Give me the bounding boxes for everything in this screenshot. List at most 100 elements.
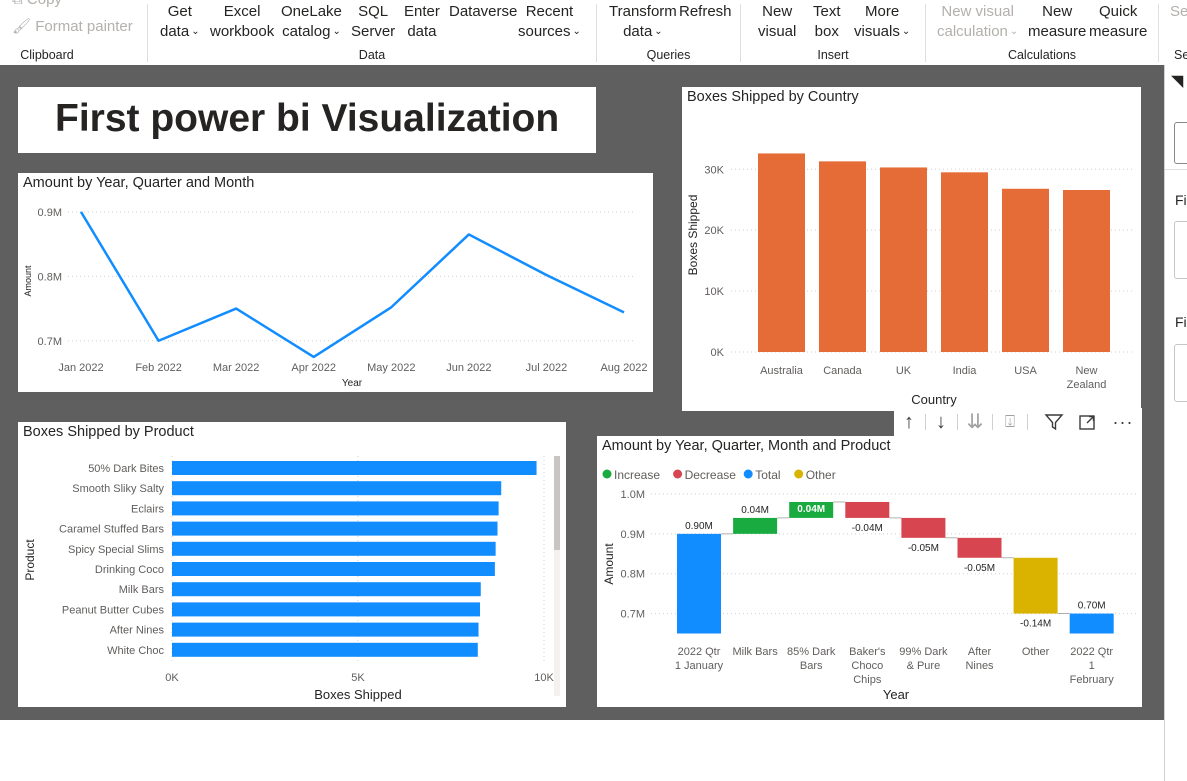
data-label: -0.05M	[964, 563, 995, 574]
copy-icon: ⧉	[12, 0, 23, 8]
onelake-catalog-button[interactable]: OneLake catalog ⌄	[281, 2, 342, 44]
y-tick-label: 50% Dark Bites	[88, 463, 164, 475]
pane-divider	[1165, 169, 1187, 170]
y-axis-title: Amount	[602, 543, 616, 585]
x-tick-label: Canada	[823, 365, 862, 377]
arrow-down-icon[interactable]: ↓	[926, 410, 956, 434]
x-tick-label: USA	[1014, 365, 1037, 377]
country-bar-chart-visual[interactable]: Boxes Shipped by Country 30K 20K 10K 0K Aust…	[682, 87, 1141, 411]
text-box-button[interactable]: Text box	[813, 2, 841, 42]
toolbar-separator	[1027, 414, 1028, 430]
bar	[1069, 613, 1114, 634]
y-tick-label: 0K	[711, 347, 725, 359]
x-tick-label: 1 January	[675, 660, 724, 672]
line-chart-svg: 0.9M 0.8M 0.7M Jan 2022 Feb 2022 Mar 2022 Apr …	[23, 207, 648, 389]
transform-data-button[interactable]: Transform data ⌄	[609, 2, 677, 44]
group-label-queries: Queries	[646, 48, 691, 62]
y-tick-label: 0.9M	[621, 529, 645, 541]
refresh-button[interactable]: Refresh	[679, 2, 732, 22]
line-chart-visual[interactable]: Amount by Year, Quarter and Month 0.9M 0.…	[18, 173, 653, 392]
new-measure-button[interactable]: New measure	[1028, 2, 1086, 42]
bar	[901, 517, 946, 538]
bar	[172, 541, 496, 556]
x-tick-label: Jun 2022	[446, 362, 491, 374]
pane-filter-card[interactable]	[1174, 344, 1187, 402]
x-axis-title: Year	[342, 378, 363, 389]
collapse-pane-icon[interactable]: ◥	[1171, 71, 1183, 91]
report-title: First power bi Visualization	[55, 97, 560, 140]
double-arrow-down-icon[interactable]: ⇊	[960, 410, 990, 434]
toolbar-separator	[957, 414, 958, 430]
product-bar-chart-visual[interactable]: Boxes Shipped by Product 0K 5K 10K 50% Dark…	[18, 422, 566, 707]
x-tick-label: Jul 2022	[526, 362, 568, 374]
chevron-down-icon: ⌄	[654, 26, 663, 37]
data-label: -0.14M	[1020, 619, 1051, 630]
y-tick-label: 10K	[704, 286, 724, 298]
expand-hierarchy-icon[interactable]: ⍗	[995, 410, 1025, 434]
x-tick-label: Aug 2022	[600, 362, 647, 374]
focus-mode-icon[interactable]	[1072, 410, 1102, 434]
y-axis-title: Boxes Shipped	[686, 195, 700, 276]
recent-sources-button[interactable]: Recent sources ⌄	[518, 2, 581, 44]
legend-marker	[602, 469, 612, 479]
dataverse-button[interactable]: Dataverse	[449, 2, 517, 22]
group-label-clipboard: Clipboard	[20, 48, 74, 62]
more-options-icon[interactable]: ···	[1108, 410, 1138, 434]
x-tick-label: Nines	[965, 660, 994, 672]
bar	[677, 533, 721, 634]
x-tick-label: Chips	[853, 674, 882, 686]
legend-marker	[673, 469, 683, 479]
x-tick-label: February	[1070, 674, 1115, 686]
legend-label: Decrease	[685, 468, 737, 482]
new-visual-button[interactable]: New visual	[758, 2, 796, 42]
pane-label-filters-b: Fi	[1175, 314, 1187, 330]
quick-measure-button[interactable]: Quick measure	[1089, 2, 1147, 42]
product-chart-svg: 0K 5K 10K 50% Dark Bites Smooth Sliky Salty E…	[23, 456, 560, 702]
arrow-up-icon[interactable]: ↑	[894, 410, 924, 434]
bar	[1063, 189, 1110, 352]
report-title-box[interactable]: First power bi Visualization	[18, 87, 596, 153]
y-tick-label: Peanut Butter Cubes	[62, 604, 165, 616]
filter-icon[interactable]	[1039, 410, 1069, 434]
y-tick-label: Eclairs	[131, 503, 165, 515]
y-tick-label: 0.9M	[38, 207, 62, 219]
partial-ribbon-button[interactable]: Se	[1170, 2, 1187, 22]
x-tick-label: 2022 Qtr	[1070, 646, 1113, 658]
x-tick-label: Baker's	[849, 646, 886, 658]
legend-label: Total	[755, 468, 780, 482]
pane-filter-card[interactable]	[1174, 221, 1187, 279]
legend-marker	[743, 469, 753, 479]
visual-header-toolbar: ↑ ↓ ⇊ ⍗ ···	[894, 408, 1142, 436]
more-visuals-button[interactable]: More visuals ⌄	[854, 2, 910, 44]
bar	[819, 161, 866, 352]
new-visual-calculation-button[interactable]: New visual calculation ⌄	[937, 2, 1018, 44]
pane-search-box[interactable]	[1174, 122, 1187, 164]
x-tick-label: Australia	[760, 365, 804, 377]
enter-data-button[interactable]: Enter data	[404, 2, 440, 42]
bar	[172, 602, 481, 617]
x-axis-title: Boxes Shipped	[314, 687, 401, 702]
toolbar-separator	[992, 414, 993, 430]
y-tick-label: 0.8M	[621, 569, 645, 581]
y-axis-title: Product	[23, 539, 37, 581]
legend-marker	[794, 469, 804, 479]
legend-label: Other	[806, 468, 836, 482]
bar	[172, 622, 479, 637]
bar	[1013, 557, 1058, 614]
country-chart-svg: 30K 20K 10K 0K Australia Canada UK India USA New Z…	[686, 153, 1134, 407]
x-tick-label: Apr 2022	[291, 362, 336, 374]
data-label: -0.04M	[852, 523, 883, 534]
bar	[957, 537, 1002, 558]
chevron-down-icon: ⌄	[901, 26, 911, 37]
format-painter-button[interactable]: 🖌 Format painter	[12, 17, 133, 37]
group-label-calculations: Calculations	[1007, 48, 1077, 62]
sql-server-button[interactable]: SQL Server	[351, 2, 395, 42]
excel-workbook-button[interactable]: Excel workbook	[210, 2, 274, 42]
series-line	[79, 211, 625, 359]
copy-button[interactable]: ⧉ Copy	[12, 0, 62, 10]
waterfall-chart-visual[interactable]: Amount by Year, Quarter, Month and Produ…	[597, 436, 1142, 707]
ribbon-separator	[1158, 4, 1159, 62]
bar	[941, 172, 988, 352]
x-tick-label: UK	[896, 365, 912, 377]
get-data-button[interactable]: Get data ⌄	[160, 2, 200, 44]
